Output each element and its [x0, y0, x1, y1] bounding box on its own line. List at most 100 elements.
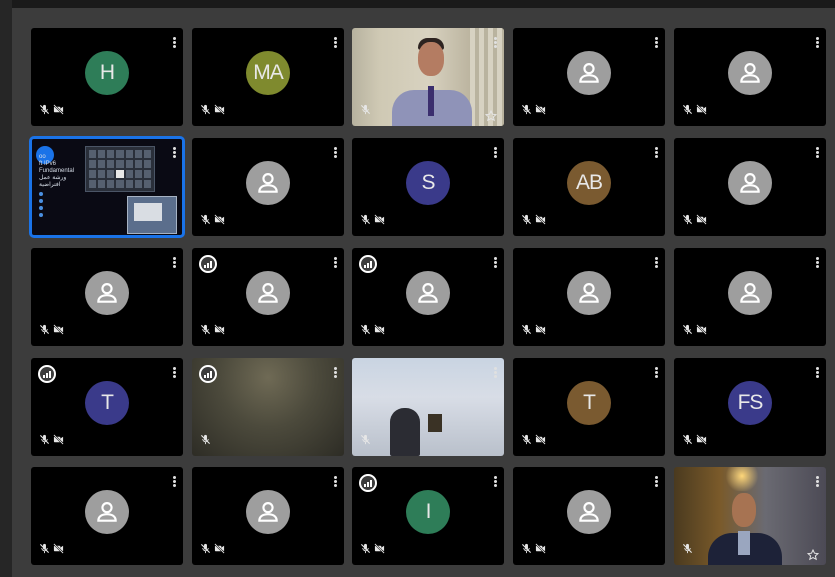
more-options-icon[interactable] — [816, 147, 819, 158]
participant-tile[interactable]: S — [352, 138, 504, 236]
more-options-icon[interactable] — [655, 37, 658, 48]
video-person-head — [732, 493, 756, 527]
camera-off-icon — [214, 102, 225, 120]
participant-tile[interactable] — [31, 467, 183, 565]
participant-avatar: FS — [728, 381, 772, 426]
mic-off-icon — [521, 432, 532, 450]
participant-tile[interactable]: MA — [192, 28, 344, 126]
person-icon — [406, 271, 450, 316]
media-status — [682, 322, 707, 340]
video-person-head — [418, 42, 444, 76]
mic-off-icon — [360, 432, 371, 450]
more-options-icon[interactable] — [494, 37, 497, 48]
media-status — [200, 541, 225, 559]
more-options-icon[interactable] — [816, 37, 819, 48]
more-options-icon[interactable] — [173, 476, 176, 487]
more-options-icon[interactable] — [334, 257, 337, 268]
more-options-icon[interactable] — [655, 476, 658, 487]
participant-tile[interactable]: H — [31, 28, 183, 126]
participant-tile[interactable] — [352, 358, 504, 456]
participant-tile[interactable] — [31, 248, 183, 346]
participant-tile[interactable] — [513, 28, 665, 126]
camera-off-icon — [53, 432, 64, 450]
video-person-tie — [428, 86, 434, 116]
person-icon — [728, 161, 772, 206]
mic-off-icon — [360, 212, 371, 230]
signal-strength-icon — [38, 365, 56, 383]
more-options-icon[interactable] — [655, 257, 658, 268]
media-status — [360, 541, 385, 559]
participant-tile[interactable]: T — [513, 358, 665, 456]
participant-tile[interactable] — [352, 28, 504, 126]
media-status — [521, 322, 546, 340]
media-status — [521, 432, 546, 450]
participant-tile[interactable] — [674, 28, 826, 126]
participant-tile[interactable] — [192, 467, 344, 565]
camera-off-icon — [696, 432, 707, 450]
media-status — [39, 541, 64, 559]
more-options-icon[interactable] — [816, 476, 819, 487]
mic-off-icon — [39, 322, 50, 340]
participant-tile[interactable] — [674, 138, 826, 236]
person-icon — [85, 271, 129, 316]
more-options-icon[interactable] — [655, 367, 658, 378]
pin-star-icon[interactable] — [806, 548, 820, 561]
mic-off-icon — [39, 432, 50, 450]
signal-strength-icon — [199, 255, 217, 273]
camera-off-icon — [53, 322, 64, 340]
mic-off-icon — [682, 212, 693, 230]
camera-off-icon — [214, 212, 225, 230]
person-icon — [728, 51, 772, 96]
more-options-icon[interactable] — [494, 257, 497, 268]
more-options-icon[interactable] — [816, 257, 819, 268]
camera-off-icon — [696, 102, 707, 120]
participant-tile[interactable] — [192, 248, 344, 346]
person-icon — [567, 51, 611, 96]
more-options-icon[interactable] — [173, 37, 176, 48]
more-options-icon[interactable] — [334, 367, 337, 378]
mic-off-icon — [682, 541, 693, 559]
participant-tile[interactable] — [192, 358, 344, 456]
participant-avatar: AB — [567, 161, 611, 206]
participant-tile[interactable] — [192, 138, 344, 236]
more-options-icon[interactable] — [173, 147, 176, 158]
participant-tile[interactable] — [513, 248, 665, 346]
mic-off-icon — [521, 212, 532, 230]
more-options-icon[interactable] — [494, 476, 497, 487]
camera-off-icon — [374, 322, 385, 340]
camera-off-icon — [535, 432, 546, 450]
slide-title: oo ft IPv6 Fundamental ورشة عمل افتراضية — [39, 154, 89, 189]
slide-title-line: ورشة عمل افتراضية — [39, 175, 67, 188]
more-options-icon[interactable] — [494, 147, 497, 158]
media-status — [521, 212, 546, 230]
more-options-icon[interactable] — [173, 367, 176, 378]
person-icon — [246, 490, 290, 535]
participant-tile[interactable] — [674, 467, 826, 565]
more-options-icon[interactable] — [655, 147, 658, 158]
more-options-icon[interactable] — [173, 257, 176, 268]
slide-title-line: oo — [39, 154, 46, 160]
participant-avatar: T — [567, 381, 611, 426]
more-options-icon[interactable] — [334, 147, 337, 158]
mic-off-icon — [200, 432, 211, 450]
participant-tile[interactable] — [513, 467, 665, 565]
more-options-icon[interactable] — [816, 367, 819, 378]
person-icon — [246, 271, 290, 316]
media-status — [360, 322, 385, 340]
more-options-icon[interactable] — [334, 476, 337, 487]
more-options-icon[interactable] — [334, 37, 337, 48]
slide-title-line: Fundamental — [39, 168, 75, 174]
participant-tile[interactable] — [352, 248, 504, 346]
participant-tile[interactable]: oo ft IPv6 Fundamental ورشة عمل افتراضية — [29, 136, 185, 238]
meeting-stage: H MA oo ft IPv6 Fundamental ورشة عمل افتراضية… — [0, 0, 835, 577]
participant-tile[interactable]: AB — [513, 138, 665, 236]
media-status — [360, 432, 371, 450]
participant-tile[interactable] — [674, 248, 826, 346]
mic-off-icon — [521, 102, 532, 120]
mic-off-icon — [200, 102, 211, 120]
pin-star-icon[interactable] — [484, 109, 498, 122]
more-options-icon[interactable] — [494, 367, 497, 378]
participant-tile[interactable]: FS — [674, 358, 826, 456]
participant-tile[interactable]: I — [352, 467, 504, 565]
participant-tile[interactable]: T — [31, 358, 183, 456]
